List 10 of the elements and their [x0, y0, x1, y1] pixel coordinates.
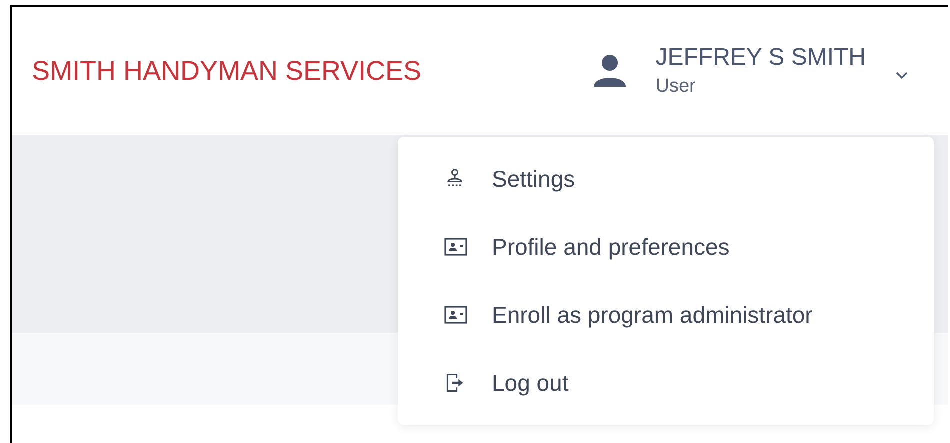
- id-card-icon: [444, 237, 468, 257]
- menu-item[interactable]: Log out: [398, 349, 934, 417]
- user-menu-button[interactable]: JEFFREY S SMITH User: [592, 44, 908, 98]
- menu-item[interactable]: Enroll as program administrator: [398, 281, 934, 349]
- id-card-icon: [444, 305, 468, 325]
- menu-item[interactable]: Profile and preferences: [398, 213, 934, 281]
- menu-item[interactable]: Settings: [398, 145, 934, 213]
- logout-icon: [444, 372, 466, 394]
- person-icon: [592, 53, 628, 89]
- company-name: SMITH HANDYMAN SERVICES: [32, 56, 422, 86]
